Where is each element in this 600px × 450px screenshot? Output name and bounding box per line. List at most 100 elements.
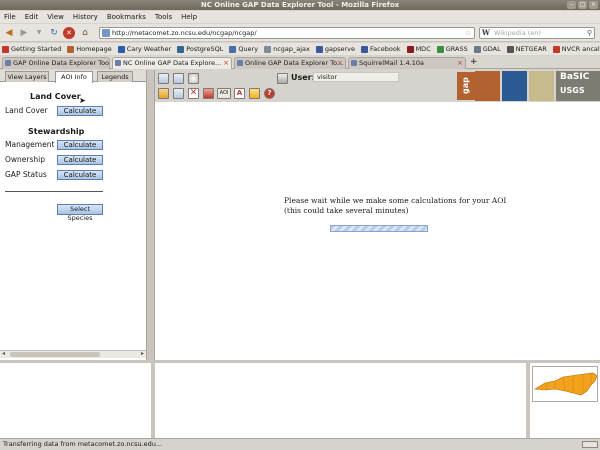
resize-grip-icon[interactable] bbox=[582, 441, 598, 448]
bookmark-postgresql[interactable]: PostgreSQL bbox=[177, 45, 223, 53]
search-box[interactable]: W Wikipedia (en) ⚲ bbox=[479, 27, 595, 39]
close-tab-icon[interactable]: × bbox=[223, 58, 229, 69]
basic-usgs-logo: BaSIC USGS bbox=[556, 71, 600, 101]
ownership-calculate-button[interactable]: Calculate bbox=[57, 155, 103, 165]
gap-logo: gap bbox=[457, 72, 475, 100]
menu-history[interactable]: History bbox=[73, 13, 98, 21]
wikipedia-icon[interactable]: W bbox=[482, 28, 490, 38]
bookmark-icon bbox=[264, 45, 272, 53]
gap-status-calculate-button[interactable]: Calculate bbox=[57, 170, 103, 180]
scrollbar-thumb[interactable] bbox=[10, 352, 100, 357]
status-text: Transferring data from metacomet.zo.ncsu… bbox=[3, 440, 163, 448]
bookmark-query[interactable]: Query bbox=[229, 45, 258, 53]
bookmark-ncgap-ajax[interactable]: ncgap_ajax bbox=[264, 45, 310, 53]
close-tab-icon[interactable]: × bbox=[337, 58, 343, 69]
bookmark-homepage[interactable]: Homepage bbox=[67, 45, 112, 53]
bookmark-star-icon[interactable]: ☆ bbox=[465, 28, 471, 38]
pdf-icon[interactable]: A bbox=[234, 88, 245, 99]
bookmark-icon bbox=[552, 45, 560, 53]
reload-icon[interactable]: ↻ bbox=[48, 27, 60, 39]
back-icon[interactable]: ◀ bbox=[3, 27, 15, 39]
zoom-full-icon[interactable] bbox=[173, 88, 184, 99]
menu-edit[interactable]: Edit bbox=[25, 13, 39, 21]
search-placeholder: Wikipedia (en) bbox=[494, 29, 541, 37]
tab-aoi-info[interactable]: AOI Info bbox=[55, 71, 93, 83]
minimize-button[interactable]: – bbox=[567, 1, 576, 9]
zoom-out-icon[interactable] bbox=[173, 73, 184, 84]
menu-bar: File Edit View History Bookmarks Tools H… bbox=[0, 11, 600, 23]
clear-icon[interactable] bbox=[203, 88, 214, 99]
url-bar[interactable]: http://metacomet.zo.ncsu.edu/ncgap/ncgap… bbox=[99, 27, 475, 39]
loading-line-2: (this could take several minutes) bbox=[284, 206, 409, 215]
ownership-label: Ownership bbox=[5, 155, 45, 164]
management-calculate-button[interactable]: Calculate bbox=[57, 140, 103, 150]
map-area[interactable]: Please wait while we make some calculati… bbox=[155, 102, 600, 360]
scroll-right-icon[interactable]: ▸ bbox=[141, 350, 144, 357]
menu-bookmarks[interactable]: Bookmarks bbox=[107, 13, 146, 21]
basic-text: BaSIC bbox=[560, 72, 590, 82]
tab-legends[interactable]: Legends bbox=[97, 71, 133, 82]
loading-message: Please wait while we make some calculati… bbox=[284, 196, 544, 216]
window-title: NC Online GAP Data Explorer Tool - Mozil… bbox=[200, 1, 400, 9]
bookmark-facebook[interactable]: Facebook bbox=[361, 45, 401, 53]
menu-file[interactable]: File bbox=[4, 13, 16, 21]
bookmark-gdal[interactable]: GDAL bbox=[473, 45, 501, 53]
scroll-left-icon[interactable]: ◂ bbox=[2, 350, 5, 357]
window-titlebar: NC Online GAP Data Explorer Tool - Mozil… bbox=[0, 0, 600, 10]
left-panel-scrollbar[interactable]: ◂ ▸ bbox=[0, 350, 146, 358]
forward-icon[interactable]: ▶ bbox=[18, 27, 30, 39]
help-icon[interactable]: ? bbox=[264, 88, 275, 99]
pan-icon[interactable] bbox=[188, 73, 199, 84]
tab-view-layers[interactable]: View Layers bbox=[5, 71, 49, 82]
loading-line-1: Please wait while we make some calculati… bbox=[284, 196, 507, 205]
hand-logo-icon bbox=[475, 71, 500, 101]
tab-online-gap[interactable]: Online GAP Data Explorer To... × bbox=[234, 57, 346, 69]
stop-icon[interactable]: ✕ bbox=[63, 27, 75, 39]
zoom-in-icon[interactable] bbox=[158, 73, 169, 84]
maximize-button[interactable]: □ bbox=[578, 1, 587, 9]
close-tab-icon[interactable]: × bbox=[457, 58, 463, 69]
history-dropdown-icon[interactable]: ▼ bbox=[33, 27, 45, 39]
bookmark-grass[interactable]: GRASS bbox=[436, 45, 468, 53]
menu-view[interactable]: View bbox=[47, 13, 64, 21]
hand-icon[interactable] bbox=[249, 88, 260, 99]
new-tab-icon[interactable]: + bbox=[470, 57, 478, 68]
bookmark-icon bbox=[67, 45, 75, 53]
management-label: Management bbox=[5, 140, 55, 149]
tab-squirrelmail[interactable]: SquirrelMail 1.4.10a × bbox=[348, 57, 466, 69]
bookmark-netgear[interactable]: NETGEAR bbox=[506, 45, 547, 53]
bottom-splitter-right[interactable] bbox=[526, 363, 530, 438]
gap-status-label: GAP Status bbox=[5, 170, 47, 179]
panel-splitter[interactable] bbox=[146, 70, 155, 360]
bookmark-getting-started[interactable]: Getting Started bbox=[2, 45, 61, 53]
page-icon bbox=[237, 60, 243, 66]
mail-icon bbox=[351, 60, 357, 66]
menu-help[interactable]: Help bbox=[181, 13, 197, 21]
navigation-toolbar: ◀ ▶ ▼ ↻ ✕ ⌂ http://metacomet.zo.ncsu.edu… bbox=[0, 24, 600, 42]
pencil-icon[interactable] bbox=[158, 88, 169, 99]
aoi-button[interactable]: AOI bbox=[217, 88, 231, 99]
loading-progress-bar bbox=[330, 225, 428, 232]
tab-gap-online[interactable]: GAP Online Data Explorer Tool bbox=[2, 57, 110, 69]
browser-tab-strip: GAP Online Data Explorer Tool NC Online … bbox=[0, 56, 600, 69]
delete-icon[interactable]: ✕ bbox=[188, 88, 199, 99]
bookmark-cary-weather[interactable]: Cary Weather bbox=[117, 45, 171, 53]
user-icon bbox=[277, 73, 288, 84]
tab-nc-online-gap[interactable]: NC Online GAP Data Explore... × bbox=[112, 57, 232, 69]
mouse-cursor-icon: ➤ bbox=[79, 96, 86, 105]
bookmark-mdc[interactable]: MDC bbox=[406, 45, 431, 53]
bookmark-icon bbox=[436, 45, 444, 53]
site-favicon-icon bbox=[102, 29, 110, 37]
home-icon[interactable]: ⌂ bbox=[79, 27, 91, 39]
menu-tools[interactable]: Tools bbox=[155, 13, 172, 21]
land-cover-calculate-button[interactable]: Calculate bbox=[57, 106, 103, 116]
bookmark-icon bbox=[361, 45, 369, 53]
bottom-splitter-left[interactable] bbox=[151, 363, 155, 438]
overview-map[interactable] bbox=[532, 366, 598, 402]
close-window-button[interactable]: × bbox=[589, 1, 598, 9]
bookmark-gapserve[interactable]: gapserve bbox=[315, 45, 355, 53]
bookmark-nvcr-ancalagon[interactable]: NVCR ancalagon bbox=[552, 45, 600, 53]
land-cover-heading: Land Cover bbox=[30, 92, 81, 101]
select-species-button[interactable]: Select Species bbox=[57, 204, 103, 222]
search-icon[interactable]: ⚲ bbox=[587, 28, 592, 38]
